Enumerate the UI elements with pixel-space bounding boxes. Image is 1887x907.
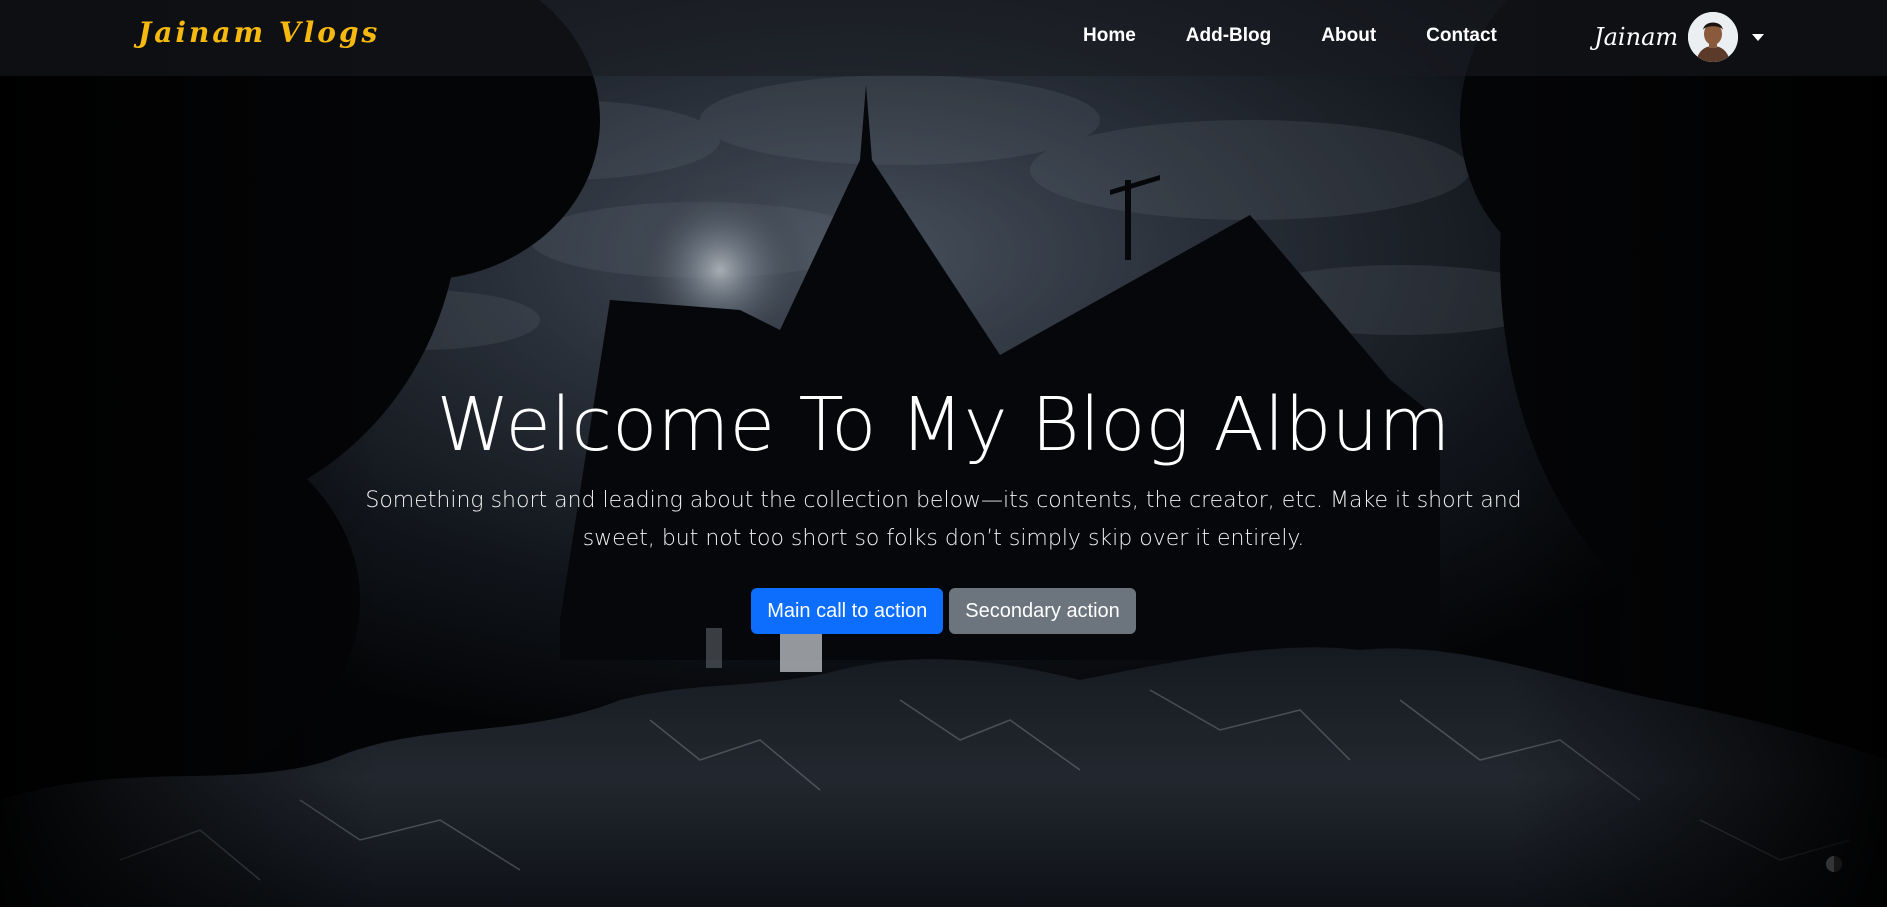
page: Jainam Vlogs Home Add-Blog About Contact… xyxy=(0,0,1887,907)
user-menu-toggle[interactable]: Jainam xyxy=(1594,12,1765,62)
user-avatar-photo xyxy=(1688,12,1739,62)
hero-section: Welcome To My Blog Album Something short… xyxy=(0,380,1887,634)
hero-buttons: Main call to action Secondary action xyxy=(0,588,1887,634)
nav-link-home[interactable]: Home xyxy=(1083,25,1136,47)
secondary-action-button[interactable]: Secondary action xyxy=(949,588,1136,634)
main-call-to-action-button[interactable]: Main call to action xyxy=(751,588,944,634)
nav-link-about[interactable]: About xyxy=(1321,25,1376,47)
nav-link-add-blog[interactable]: Add-Blog xyxy=(1186,25,1271,47)
avatar-portrait-icon xyxy=(1688,12,1739,62)
brand-logo-link[interactable]: Jainam Vlogs xyxy=(138,16,380,49)
navbar: Jainam Vlogs Home Add-Blog About Contact… xyxy=(0,0,1887,76)
nav-links: Home Add-Blog About Contact xyxy=(1083,25,1497,47)
nav-link-contact[interactable]: Contact xyxy=(1426,25,1497,47)
hero-title: Welcome To My Blog Album xyxy=(436,382,1451,468)
theme-toggle-icon[interactable] xyxy=(1826,856,1842,872)
hero-lead-text: Something short and leading about the co… xyxy=(365,488,1522,551)
user-name: Jainam xyxy=(1594,23,1679,51)
caret-down-icon xyxy=(1752,33,1765,41)
